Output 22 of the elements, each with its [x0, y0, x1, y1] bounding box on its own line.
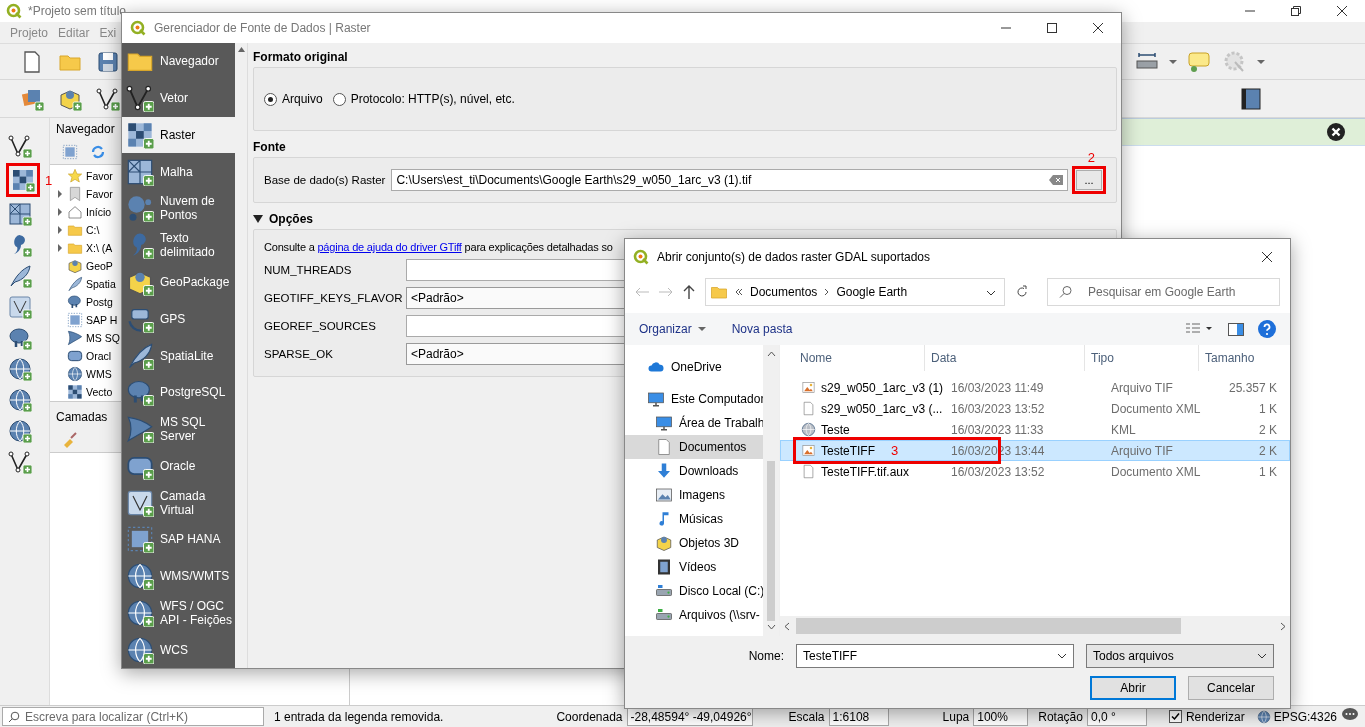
section-title: Opções: [269, 212, 313, 226]
option-label: SPARSE_OK: [264, 348, 334, 360]
panel-title: Camadas: [56, 410, 108, 424]
section-title: Fonte: [253, 139, 287, 156]
option-label: GEOREF_SOURCES: [264, 320, 377, 332]
panel-title: Navegador: [56, 122, 115, 136]
coordinate-label: Coordenada: [556, 709, 623, 724]
field-label: Nome:: [748, 649, 784, 663]
rotation-label: Rotação: [1038, 709, 1083, 724]
status-message: 1 entrada da legenda removida.: [274, 709, 444, 724]
section-title: Formato original: [253, 49, 349, 66]
render-label: Renderizar: [1185, 709, 1245, 724]
dialog-title: Abrir conjunto(s) de dados raster GDAL suportados: [657, 250, 931, 264]
annotation-number: 2: [1087, 150, 1095, 165]
magnifier-label: Lupa: [942, 709, 970, 724]
annotation-number: 3: [891, 443, 899, 458]
field-label: Base de dado(s) Raster: [264, 174, 386, 186]
annotation-number: 1: [45, 172, 53, 188]
dialog-title: Gerenciador de Fonte de Dados | Raster: [154, 21, 371, 35]
scale-label: Escala: [788, 709, 825, 724]
option-label: GEOTIFF_KEYS_FLAVOR: [264, 292, 402, 304]
option-label: NUM_THREADS: [264, 264, 353, 276]
